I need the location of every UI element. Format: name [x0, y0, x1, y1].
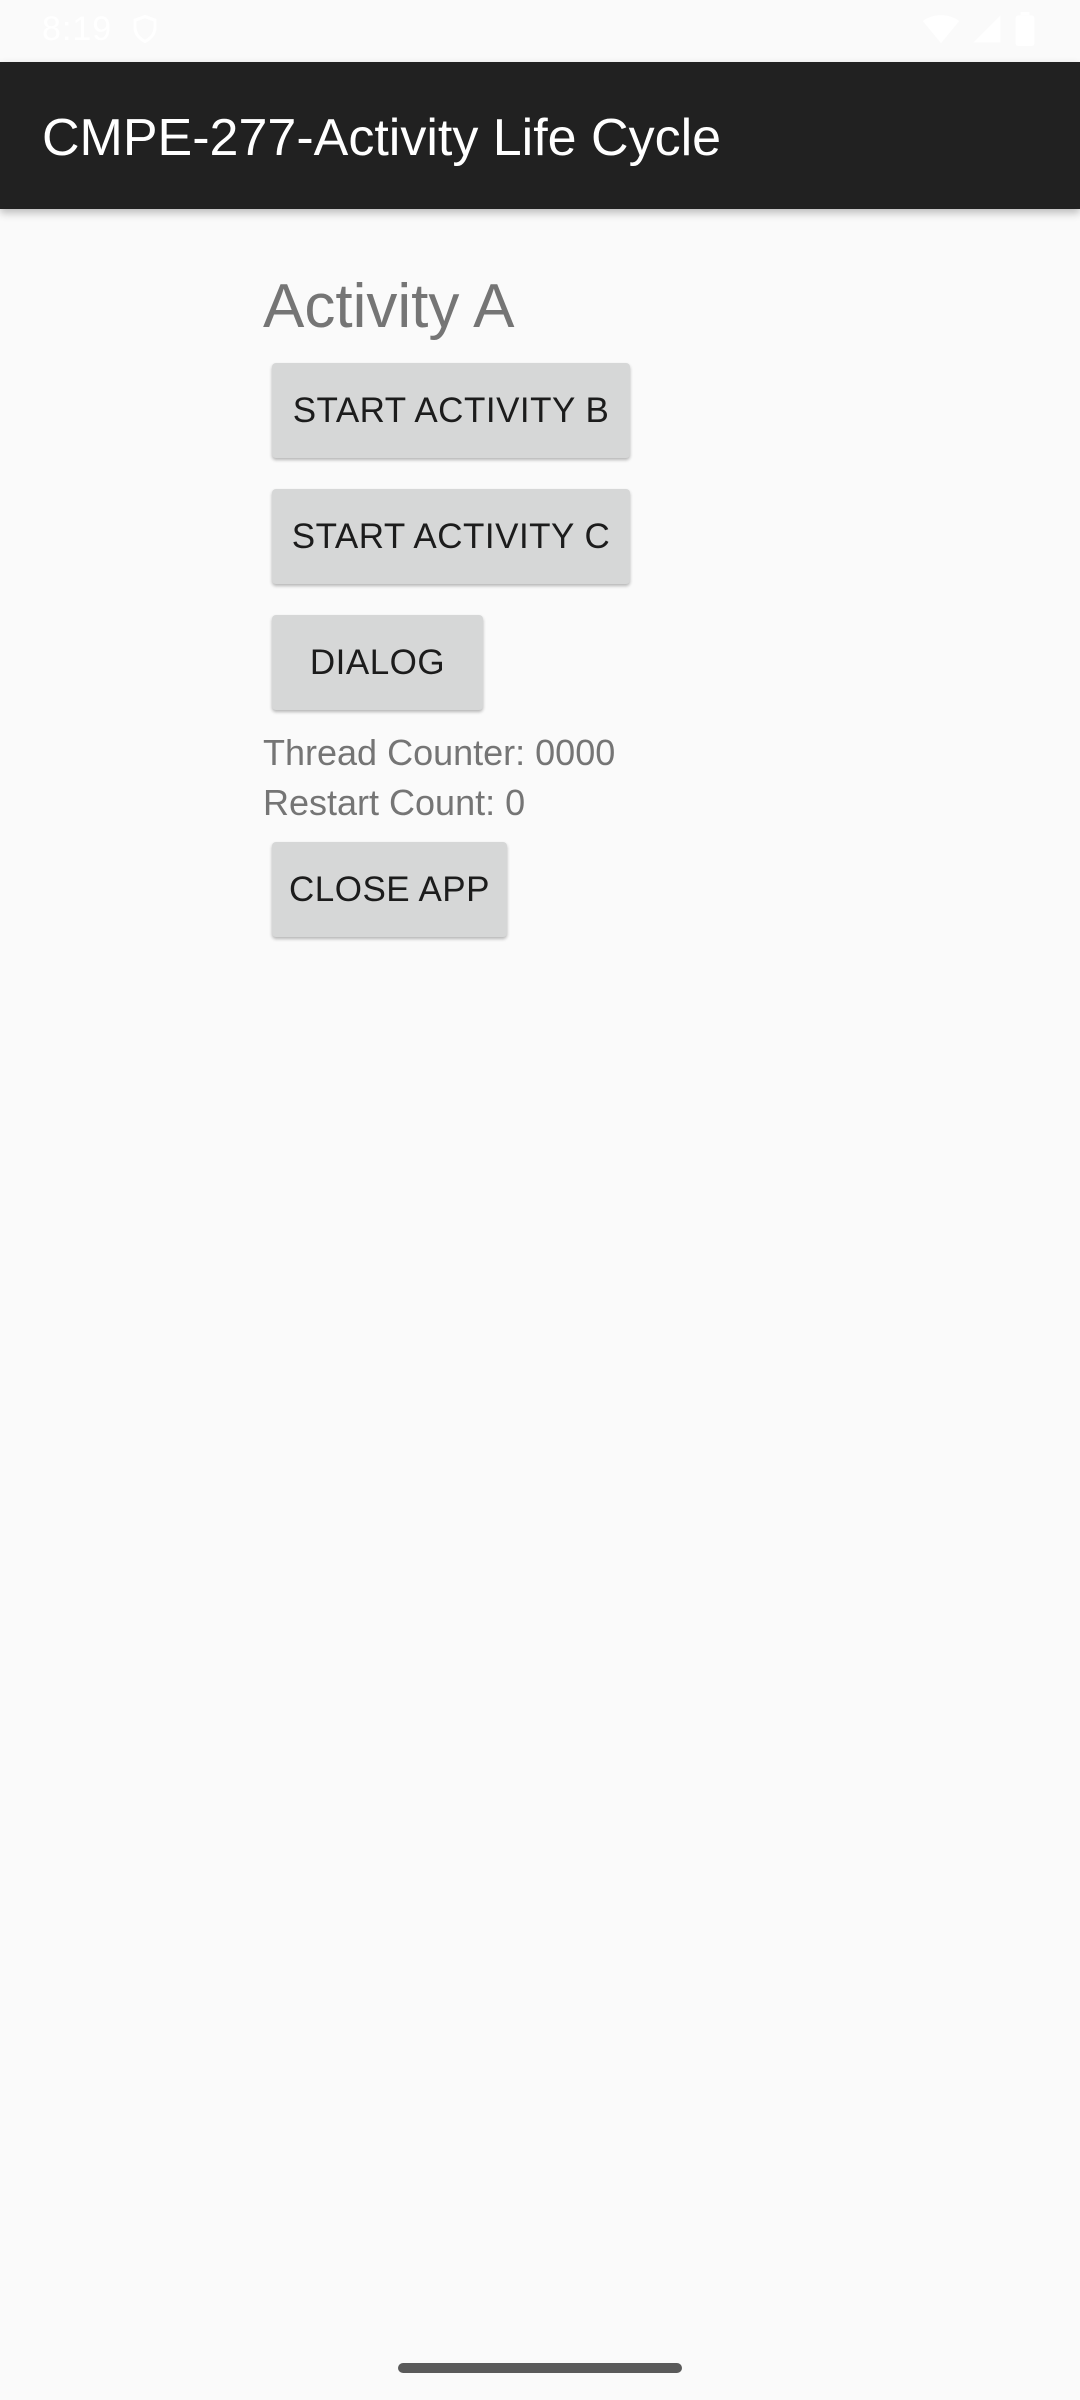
shield-icon — [133, 14, 157, 44]
close-app-button[interactable]: CLOSE APP — [272, 842, 507, 937]
status-icons — [922, 12, 1036, 46]
start-activity-c-button[interactable]: START ACTIVITY C — [272, 489, 630, 584]
wifi-icon — [922, 15, 960, 44]
activity-heading: Activity A — [263, 272, 515, 341]
gesture-nav-handle[interactable] — [398, 2363, 682, 2373]
main-content: Activity A START ACTIVITY B START ACTIVI… — [263, 270, 863, 937]
thread-counter-label: Thread Counter: 0000 — [263, 732, 616, 773]
status-bar: 8:19 — [0, 0, 1080, 62]
app-title: CMPE-277-Activity Life Cycle — [42, 109, 722, 167]
dialog-button[interactable]: DIALOG — [272, 615, 483, 710]
start-activity-b-button[interactable]: START ACTIVITY B — [272, 363, 630, 458]
app-bar: CMPE-277-Activity Life Cycle — [0, 62, 1080, 209]
signal-icon — [973, 15, 1001, 43]
restart-count-label: Restart Count: 0 — [263, 782, 526, 823]
battery-icon — [1015, 12, 1035, 46]
status-time: 8:19 — [42, 10, 113, 48]
